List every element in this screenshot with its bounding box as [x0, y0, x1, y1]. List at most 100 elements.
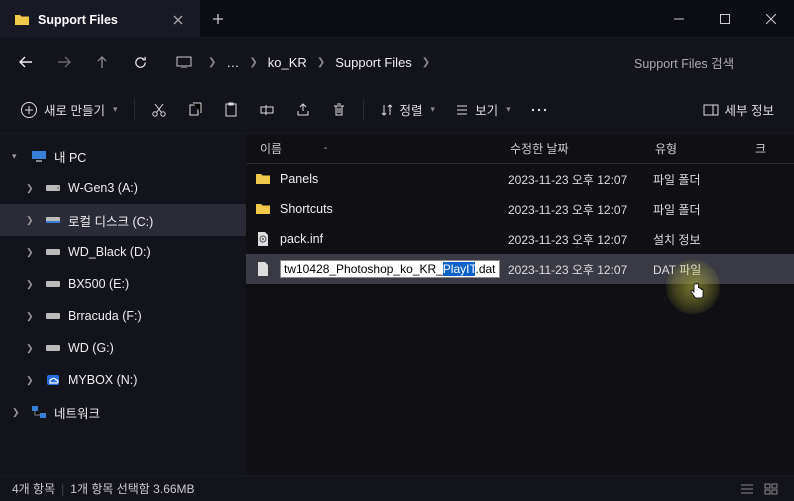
cloud-drive-icon — [44, 371, 62, 389]
share-button[interactable] — [287, 94, 319, 126]
view-label: 보기 — [475, 100, 498, 119]
divider: | — [61, 482, 64, 496]
divider — [134, 99, 135, 121]
chevron-right-icon[interactable]: ❯ — [26, 343, 38, 354]
column-header-date[interactable]: 수정한 날짜 — [510, 140, 655, 157]
tree-item-drive[interactable]: ❯ BX500 (E:) — [0, 268, 246, 300]
network-icon — [30, 403, 48, 421]
sort-button[interactable]: 정렬 ▾ — [372, 94, 444, 126]
status-count: 4개 항목 — [12, 480, 55, 497]
tree-item-drive[interactable]: ❯ MYBOX (N:) — [0, 364, 246, 396]
tree-label: MYBOX (N:) — [68, 373, 137, 387]
chevron-right-icon[interactable]: ❯ — [26, 279, 38, 290]
chevron-right-icon[interactable]: ❯ — [12, 407, 24, 418]
column-header-type[interactable]: 유형 — [655, 140, 755, 157]
paste-button[interactable] — [215, 94, 247, 126]
chevron-right-icon[interactable]: ❯ — [26, 183, 38, 194]
sidebar: ▾ 내 PC ❯ W-Gen3 (A:) ❯ 로컬 디스크 (C:) ❯ WD_… — [0, 134, 246, 475]
file-type: DAT 파일 — [653, 261, 701, 278]
file-row[interactable]: Shortcuts 2023-11-23 오후 12:07 파일 폴더 — [246, 194, 794, 224]
folder-icon — [14, 12, 30, 28]
new-label: 새로 만들기 — [44, 100, 105, 119]
chevron-right-icon[interactable]: ❯ — [26, 247, 38, 258]
crumb-segment[interactable]: ko_KR — [264, 53, 311, 72]
crumb-segment[interactable]: Support Files — [331, 53, 416, 72]
drive-icon — [44, 339, 62, 357]
drive-icon — [44, 275, 62, 293]
tree-label: WD (G:) — [68, 341, 114, 355]
file-row[interactable]: pack.inf 2023-11-23 오후 12:07 설치 정보 — [246, 224, 794, 254]
icons-view-button[interactable] — [760, 480, 782, 498]
tree-label: 로컬 디스크 (C:) — [68, 211, 153, 230]
view-mode-buttons — [736, 480, 782, 498]
copy-button[interactable] — [179, 94, 211, 126]
body: ▾ 내 PC ❯ W-Gen3 (A:) ❯ 로컬 디스크 (C:) ❯ WD_… — [0, 134, 794, 475]
close-icon[interactable] — [168, 10, 188, 30]
drive-icon — [44, 307, 62, 325]
more-button[interactable] — [523, 94, 555, 126]
file-date: 2023-11-23 오후 12:07 — [508, 231, 653, 248]
file-name-rename[interactable]: tw10428_Photoshop_ko_KR_PlayIT.dat — [280, 262, 508, 276]
new-tab-button[interactable] — [200, 1, 236, 37]
up-button[interactable] — [84, 44, 120, 80]
toolbar: 새로 만들기 ▾ 정렬 ▾ 보기 ▾ 세부 정보 — [0, 86, 794, 134]
delete-button[interactable] — [323, 94, 355, 126]
chevron-down-icon: ▾ — [506, 104, 511, 115]
chevron-right-icon: ❯ — [206, 57, 218, 68]
chevron-right-icon[interactable]: ❯ — [26, 375, 38, 386]
rename-button[interactable] — [251, 94, 283, 126]
file-name: Panels — [280, 172, 508, 186]
tree-label: 네트워크 — [54, 403, 100, 422]
tree-item-drive[interactable]: ❯ WD (G:) — [0, 332, 246, 364]
column-header-name[interactable]: 이름⌃ — [260, 140, 510, 157]
forward-button[interactable] — [46, 44, 82, 80]
cut-button[interactable] — [143, 94, 175, 126]
refresh-button[interactable] — [122, 44, 158, 80]
tree-item-drive[interactable]: ❯ WD_Black (D:) — [0, 236, 246, 268]
tab-title: Support Files — [38, 13, 118, 27]
rename-input[interactable]: tw10428_Photoshop_ko_KR_PlayIT.dat — [280, 260, 500, 278]
details-pane-button[interactable]: 세부 정보 — [695, 94, 782, 126]
chevron-down-icon: ▾ — [113, 104, 118, 115]
close-window-button[interactable] — [748, 0, 794, 38]
crumb-ellipsis[interactable]: … — [222, 53, 243, 72]
file-type: 파일 폴더 — [653, 171, 701, 188]
file-list: 이름⌃ 수정한 날짜 유형 크 Panels 2023-11-23 오후 12:… — [246, 134, 794, 475]
tree-item-drive[interactable]: ❯ W-Gen3 (A:) — [0, 172, 246, 204]
chevron-right-icon: ❯ — [315, 57, 327, 68]
tree-item-drive[interactable]: ❯ 로컬 디스크 (C:) — [0, 204, 246, 236]
breadcrumb[interactable]: ❯ … ❯ ko_KR ❯ Support Files ❯ — [160, 46, 622, 78]
maximize-button[interactable] — [702, 0, 748, 38]
minimize-button[interactable] — [656, 0, 702, 38]
tree-label: WD_Black (D:) — [68, 245, 151, 259]
sort-caret-icon: ⌃ — [322, 146, 329, 155]
view-button[interactable]: 보기 ▾ — [447, 94, 519, 126]
column-header-size[interactable]: 크 — [755, 140, 766, 157]
file-name: pack.inf — [280, 232, 508, 246]
file-date: 2023-11-23 오후 12:07 — [508, 201, 653, 218]
tree-item-mypc[interactable]: ▾ 내 PC — [0, 140, 246, 172]
chevron-right-icon[interactable]: ❯ — [26, 215, 38, 226]
file-row-selected[interactable]: tw10428_Photoshop_ko_KR_PlayIT.dat 2023-… — [246, 254, 794, 284]
file-row[interactable]: Panels 2023-11-23 오후 12:07 파일 폴더 — [246, 164, 794, 194]
tree-item-drive[interactable]: ❯ Brracuda (F:) — [0, 300, 246, 332]
new-button[interactable]: 새로 만들기 ▾ — [12, 94, 126, 126]
chevron-right-icon: ❯ — [247, 57, 259, 68]
file-type: 파일 폴더 — [653, 201, 701, 218]
drive-icon — [44, 211, 62, 229]
chevron-right-icon[interactable]: ❯ — [26, 311, 38, 322]
file-date: 2023-11-23 오후 12:07 — [508, 171, 653, 188]
tree-label: W-Gen3 (A:) — [68, 181, 138, 195]
chevron-down-icon[interactable]: ▾ — [12, 151, 24, 162]
navbar: ❯ … ❯ ko_KR ❯ Support Files ❯ Support Fi… — [0, 38, 794, 86]
tree-item-network[interactable]: ❯ 네트워크 — [0, 396, 246, 428]
file-type: 설치 정보 — [653, 231, 701, 248]
folder-icon — [254, 170, 272, 188]
tree-label: BX500 (E:) — [68, 277, 129, 291]
search-input[interactable]: Support Files 검색 — [624, 47, 784, 77]
details-label: 세부 정보 — [725, 100, 774, 119]
details-view-button[interactable] — [736, 480, 758, 498]
tab-active[interactable]: Support Files — [0, 0, 200, 38]
pc-icon[interactable] — [166, 44, 202, 80]
back-button[interactable] — [8, 44, 44, 80]
